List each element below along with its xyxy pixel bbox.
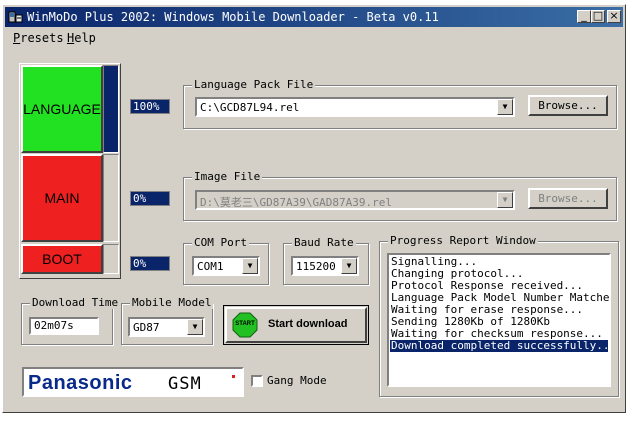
logo-dot	[232, 375, 235, 378]
com-port-value: COM1	[197, 260, 224, 273]
language-pack-label: Language Pack File	[192, 78, 316, 91]
com-port-label: COM Port	[192, 236, 249, 249]
boot-progress-bar	[103, 244, 119, 274]
language-pack-combo[interactable]: C:\GCD87L94.rel ▼	[195, 97, 515, 117]
app-icon	[8, 11, 23, 23]
download-time-label: Download Time	[30, 296, 121, 309]
start-download-button[interactable]: START Start download	[223, 305, 369, 345]
mobile-model-label: Mobile Model	[130, 296, 214, 309]
gang-mode-label[interactable]: Gang Mode	[267, 374, 327, 387]
minimize-button[interactable]: _	[577, 10, 591, 23]
gang-mode-checkbox[interactable]	[251, 375, 263, 387]
image-file-label: Image File	[192, 170, 263, 183]
chevron-down-icon[interactable]: ▼	[497, 99, 513, 115]
menu-presets[interactable]: Presets	[13, 31, 64, 45]
download-time-field: 02m07s	[29, 317, 99, 335]
maximize-button[interactable]: □	[591, 10, 605, 23]
language-pack-browse-button[interactable]: Browse...	[528, 95, 608, 116]
image-file-browse-button[interactable]: Browse...	[528, 188, 608, 209]
chevron-down-icon[interactable]: ▼	[187, 319, 203, 335]
image-file-combo[interactable]: D:\莫老三\GD87A39\GAD87A39.rel ▼	[195, 190, 515, 210]
mobile-model-combo[interactable]: GD87 ▼	[128, 317, 205, 337]
start-icon-text: START	[235, 321, 255, 327]
maximize-icon: □	[592, 9, 604, 22]
baud-rate-combo[interactable]: 115200 ▼	[291, 256, 359, 276]
boot-percent: 0%	[130, 256, 170, 271]
main-progress-bar	[103, 154, 119, 242]
block-boot: BOOT	[21, 244, 103, 274]
block-language: LANGUAGE	[21, 65, 103, 153]
baud-rate-label: Baud Rate	[292, 236, 356, 249]
title-bar[interactable]: WinMoDo Plus 2002: Windows Mobile Downlo…	[5, 7, 623, 27]
window-title: WinMoDo Plus 2002: Windows Mobile Downlo…	[27, 10, 439, 24]
language-percent: 100%	[130, 99, 170, 114]
close-button[interactable]: ×	[607, 10, 621, 23]
chevron-down-icon[interactable]: ▼	[497, 192, 513, 208]
menu-help[interactable]: Help	[67, 31, 96, 45]
language-progress-bar	[103, 65, 119, 153]
block-main: MAIN	[21, 154, 103, 242]
menu-presets-rest: resets	[20, 31, 64, 45]
minimize-icon: _	[581, 9, 587, 22]
panasonic-logo: Panasonic GSM	[22, 367, 244, 397]
log-line[interactable]: Download completed successfully...	[390, 340, 609, 352]
main-percent: 0%	[130, 191, 170, 206]
progress-report-label: Progress Report Window	[388, 234, 538, 247]
image-file-value: D:\莫老三\GD87A39\GAD87A39.rel	[200, 196, 392, 209]
logo-suffix: GSM	[168, 374, 202, 394]
progress-report-list[interactable]: Signalling... Changing protocol... Protoco…	[387, 253, 611, 387]
baud-rate-value: 115200	[296, 260, 336, 273]
close-icon: ×	[609, 9, 619, 22]
main-window: WinMoDo Plus 2002: Windows Mobile Downlo…	[2, 4, 626, 413]
chevron-down-icon[interactable]: ▼	[242, 258, 258, 274]
logo-brand: Panasonic	[28, 372, 133, 394]
language-progress-fill	[104, 66, 118, 152]
chevron-down-icon[interactable]: ▼	[341, 258, 357, 274]
block-main-label: MAIN	[44, 190, 80, 206]
menu-bar: Presets Help	[5, 29, 623, 47]
menu-help-rest: elp	[74, 31, 96, 45]
com-port-combo[interactable]: COM1 ▼	[192, 256, 260, 276]
language-pack-value: C:\GCD87L94.rel	[200, 101, 300, 114]
block-boot-label: BOOT	[42, 251, 82, 267]
start-download-label: Start download	[268, 318, 348, 330]
mobile-model-value: GD87	[133, 321, 160, 334]
block-language-label: LANGUAGE	[23, 101, 101, 117]
